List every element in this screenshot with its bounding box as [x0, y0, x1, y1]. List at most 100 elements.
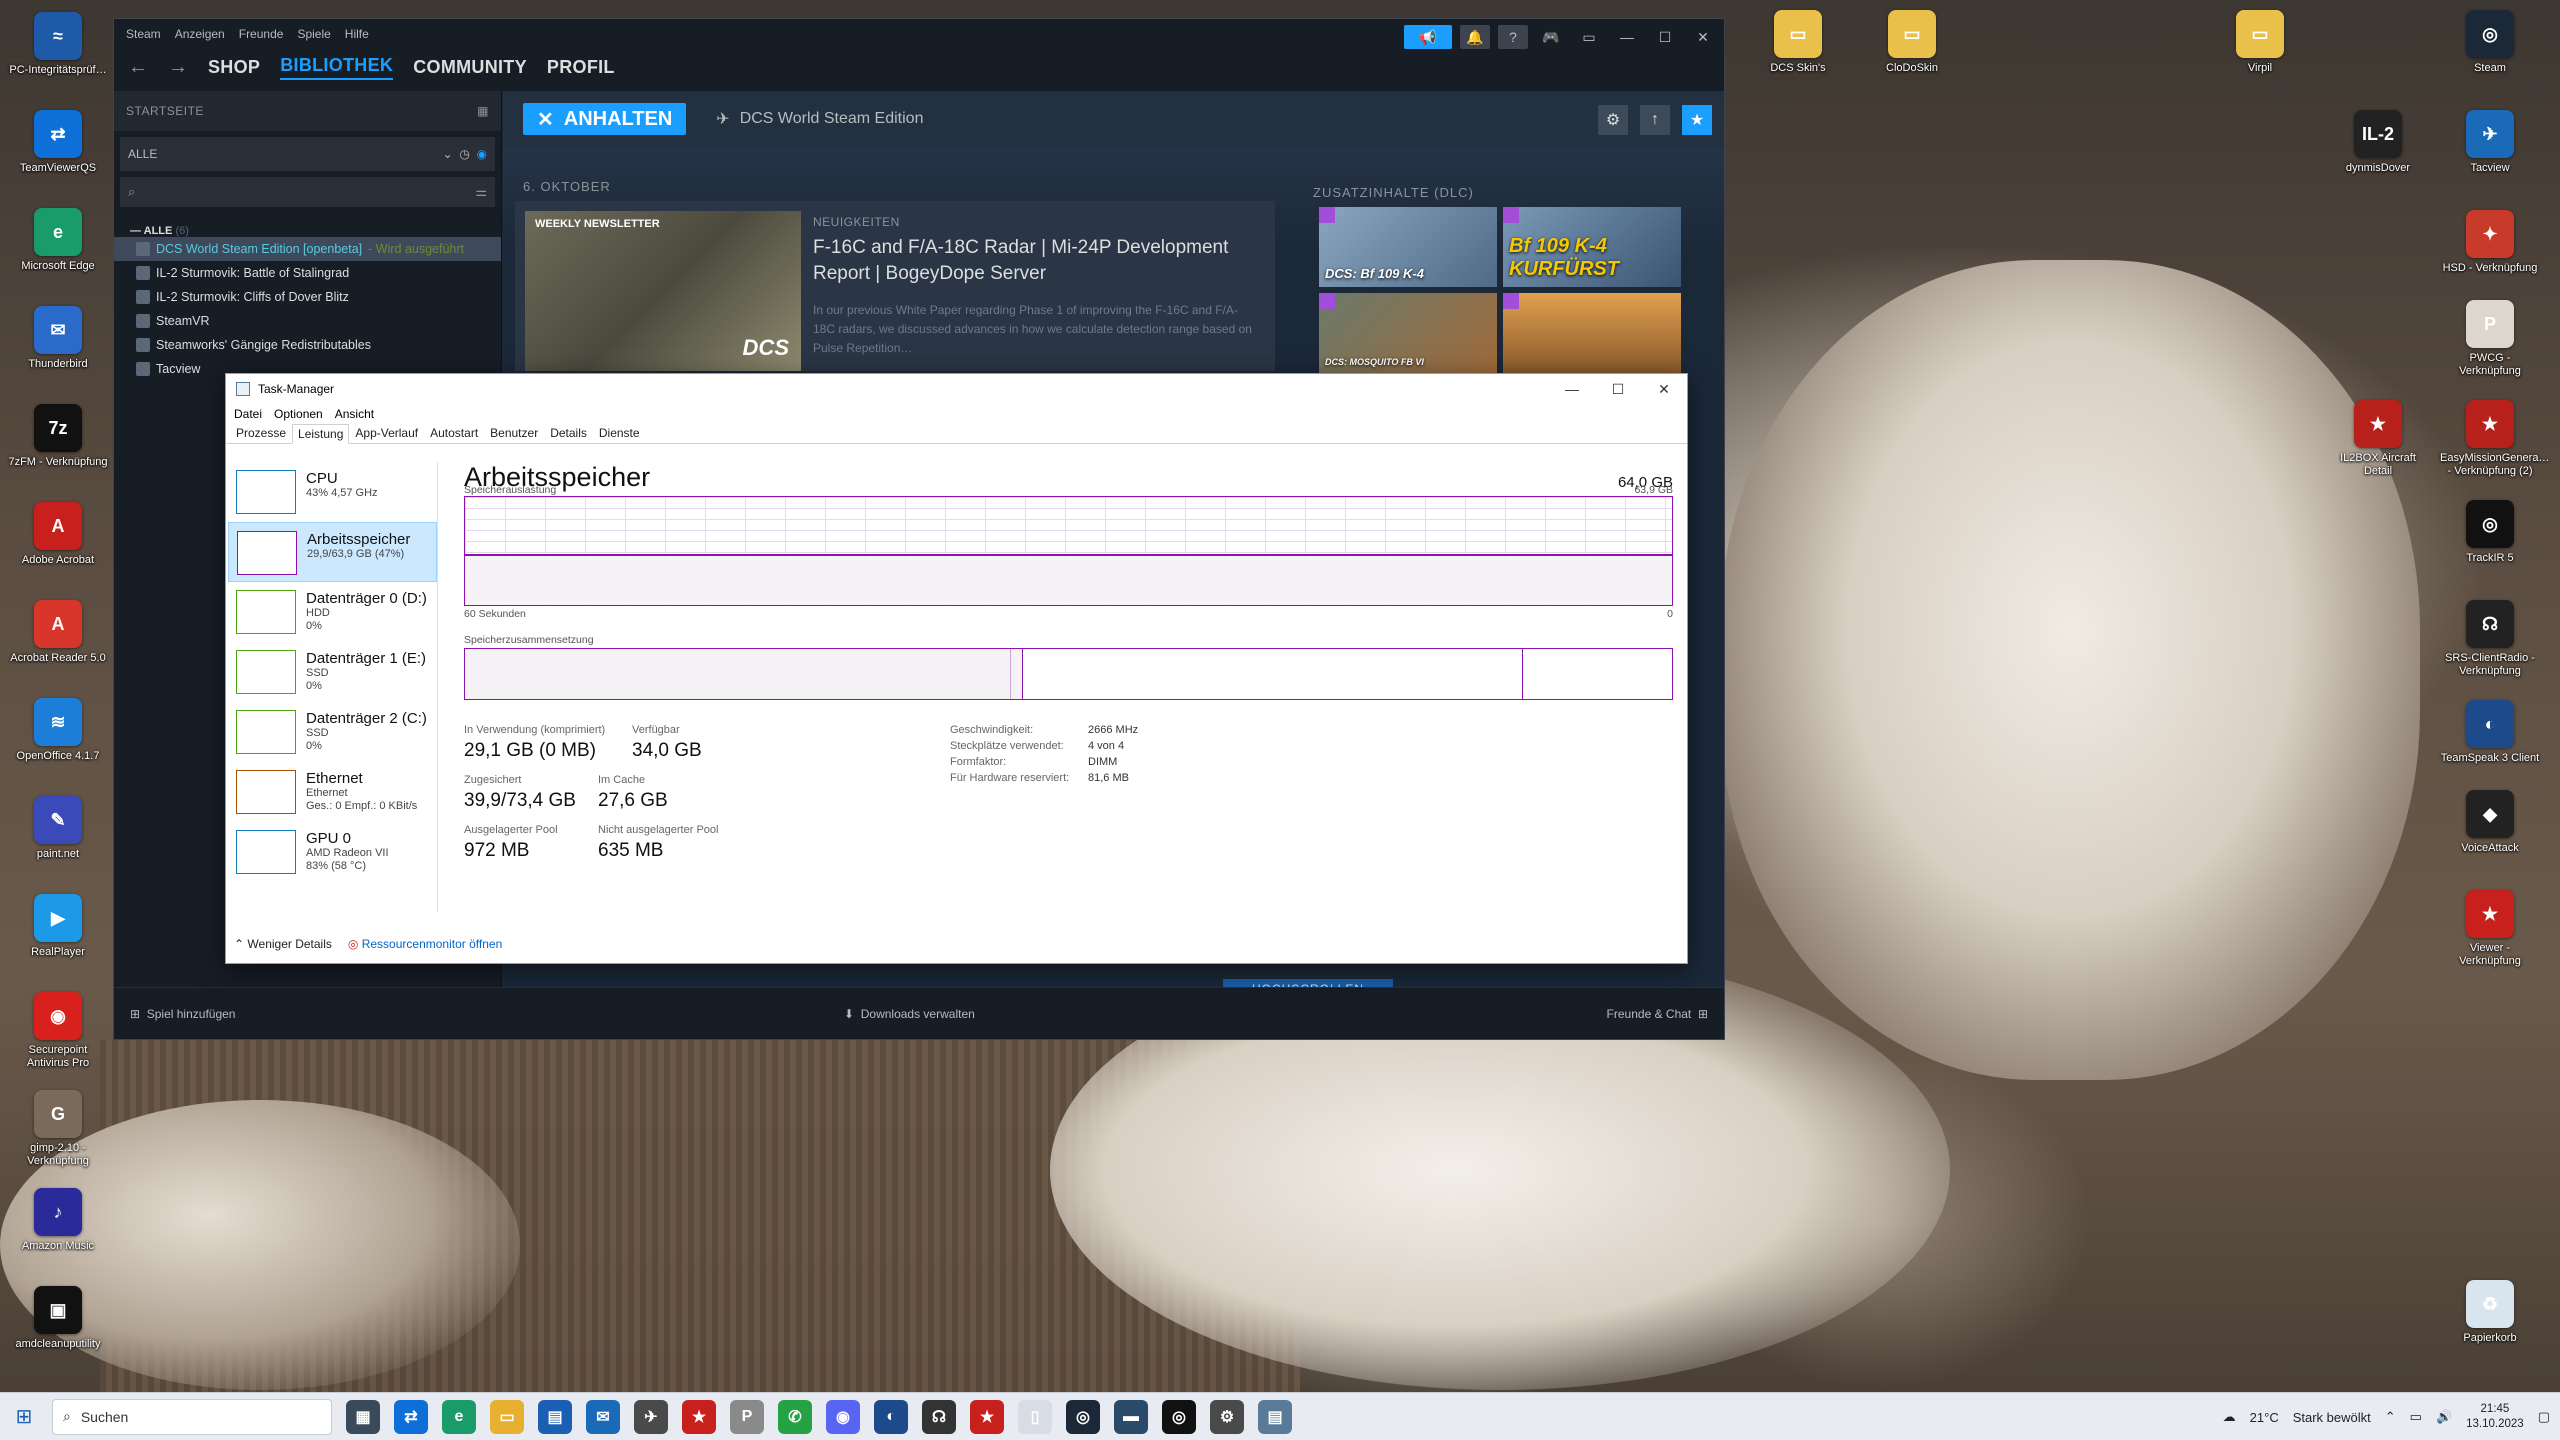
- friends-chat-button[interactable]: Freunde & Chat ⊞: [1607, 1007, 1708, 1021]
- minimize-icon[interactable]: —: [1612, 25, 1642, 49]
- tm-resource-cpu[interactable]: CPU 43% 4,57 GHz: [228, 462, 437, 522]
- dlc-card[interactable]: Bf 109 K-4 KURFÜRST: [1503, 207, 1681, 287]
- upload-arrow-icon[interactable]: ↑: [1640, 105, 1670, 135]
- desktop-icon-thunderbird[interactable]: ✉ Thunderbird: [8, 306, 108, 371]
- dlc-card[interactable]: DCS: MOSQUITO FB VI: [1319, 293, 1497, 373]
- tm-resource-datentr-ger-2-c[interactable]: Datenträger 2 (C:) SSD 0%: [228, 702, 437, 762]
- nav-bibliothek[interactable]: BIBLIOTHEK: [280, 55, 394, 80]
- favorite-star-icon[interactable]: ★: [1682, 105, 1712, 135]
- library-filter-dropdown[interactable]: ALLE ⌄ ◷ ◉: [120, 137, 495, 171]
- desktop-icon-easymissiongenera-verkn-pfung-2[interactable]: ★ EasyMissionGenera… - Verknüpfung (2): [2440, 400, 2549, 478]
- windows-start-icon[interactable]: ⊞: [0, 1393, 48, 1440]
- tab-leistung[interactable]: Leistung: [292, 424, 350, 444]
- taskbar-app-whatsapp-icon[interactable]: ✆: [778, 1399, 812, 1434]
- nav-shop[interactable]: SHOP: [208, 57, 260, 78]
- taskbar-search-box[interactable]: ⌕ Suchen: [52, 1398, 332, 1435]
- desktop-icon-voiceattack[interactable]: ◆ VoiceAttack: [2440, 790, 2540, 855]
- network-icon[interactable]: ▭: [2410, 1409, 2422, 1425]
- steam-menu-hilfe[interactable]: Hilfe: [345, 27, 369, 41]
- back-arrow-icon[interactable]: ←: [128, 56, 148, 79]
- desktop-icon-dcs-skin-s[interactable]: ▭ DCS Skin's: [1748, 10, 1848, 75]
- help-icon[interactable]: ?: [1498, 25, 1528, 49]
- library-game-item[interactable]: SteamVR: [114, 309, 501, 333]
- desktop-icon-steam[interactable]: ◎ Steam: [2440, 10, 2540, 75]
- desktop-icon-teamspeak-3-client[interactable]: ◐ TeamSpeak 3 Client: [2440, 700, 2540, 765]
- tm-resource-arbeitsspeicher[interactable]: Arbeitsspeicher 29,9/63,9 GB (47%): [228, 522, 437, 582]
- taskbar-app-star-icon[interactable]: ★: [682, 1399, 716, 1434]
- weather-text[interactable]: Stark bewölkt: [2293, 1410, 2371, 1425]
- settings-gear-icon[interactable]: ⚙: [1598, 105, 1628, 135]
- desktop-icon-dynmisdover[interactable]: IL-2 dynmisDover: [2328, 110, 2428, 175]
- library-home[interactable]: STARTSEITE ▦: [114, 91, 501, 131]
- taskbar-app-trackir-icon[interactable]: ◎: [1162, 1399, 1196, 1434]
- downloads-button[interactable]: ⬇ Downloads verwalten: [844, 1007, 975, 1021]
- taskbar-app-explorer-icon[interactable]: ▭: [490, 1399, 524, 1434]
- less-details-button[interactable]: ⌃ Weniger Details: [234, 937, 332, 951]
- library-game-item[interactable]: Steamworks' Gängige Redistributables: [114, 333, 501, 357]
- news-title[interactable]: F-16C and F/A-18C Radar | Mi-24P Develop…: [813, 235, 1253, 287]
- tab-dienste[interactable]: Dienste: [593, 423, 646, 443]
- desktop-icon-il2box-aircraft-detail[interactable]: ★ IL2BOX Aircraft Detail: [2328, 400, 2428, 478]
- taskbar-app-teamspeak-icon[interactable]: ◐: [874, 1399, 908, 1434]
- desktop-icon-adobe-acrobat[interactable]: A Adobe Acrobat: [8, 502, 108, 567]
- news-card[interactable]: WEEKLY NEWSLETTER DCS NEUIGKEITEN F-16C …: [515, 201, 1275, 371]
- tm-menu-optionen[interactable]: Optionen: [274, 407, 323, 421]
- system-clock[interactable]: 21:45 13.10.2023: [2466, 1402, 2524, 1432]
- desktop-icon-hsd-verkn-pfung[interactable]: ✦ HSD - Verknüpfung: [2440, 210, 2540, 275]
- tab-prozesse[interactable]: Prozesse: [230, 423, 292, 443]
- taskbar-app-notepad-icon[interactable]: ▯: [1018, 1399, 1052, 1434]
- taskbar-app-taskmanager-icon[interactable]: ▤: [1258, 1399, 1292, 1434]
- taskbar-app-settings-icon[interactable]: ⚙: [1210, 1399, 1244, 1434]
- desktop-icon-papierkorb[interactable]: ♻ Papierkorb: [2440, 1280, 2540, 1345]
- taskbar-app-pwcg-icon[interactable]: P: [730, 1399, 764, 1434]
- tm-resource-datentr-ger-0-d[interactable]: Datenträger 0 (D:) HDD 0%: [228, 582, 437, 642]
- grid-view-icon[interactable]: ▦: [477, 104, 489, 118]
- bigpicture-icon[interactable]: ▭: [1574, 25, 1604, 49]
- steam-menu-spiele[interactable]: Spiele: [297, 27, 330, 41]
- desktop-icon-tacview[interactable]: ✈ Tacview: [2440, 110, 2540, 175]
- add-game-button[interactable]: ⊞ Spiel hinzufügen: [130, 1007, 235, 1021]
- tab-app-verlauf[interactable]: App-Verlauf: [349, 423, 424, 443]
- tab-autostart[interactable]: Autostart: [424, 423, 484, 443]
- tm-menu-ansicht[interactable]: Ansicht: [335, 407, 374, 421]
- weather-temp[interactable]: 21°C: [2250, 1410, 2279, 1425]
- desktop-icon-virpil[interactable]: ▭ Virpil: [2210, 10, 2310, 75]
- filter-sliders-icon[interactable]: ⚌: [475, 184, 487, 200]
- taskbar-app-dcs-icon[interactable]: ▬: [1114, 1399, 1148, 1434]
- desktop-icon-realplayer[interactable]: ▶ RealPlayer: [8, 894, 108, 959]
- steam-menu-freunde[interactable]: Freunde: [239, 27, 284, 41]
- volume-icon[interactable]: 🔊: [2436, 1409, 2452, 1425]
- notifications-icon[interactable]: ▢: [2538, 1409, 2550, 1425]
- desktop-icon-amazon-music[interactable]: ♪ Amazon Music: [8, 1188, 108, 1253]
- library-game-item[interactable]: IL-2 Sturmovik: Cliffs of Dover Blitz: [114, 285, 501, 309]
- library-search[interactable]: ⌕ ⚌: [120, 177, 495, 207]
- taskbar-app-viewer-icon[interactable]: ★: [970, 1399, 1004, 1434]
- announcement-icon[interactable]: 📢: [1404, 25, 1452, 49]
- desktop-icon-pc-integrit-tspr-f[interactable]: ≈ PC-Integritätsprüf…: [8, 12, 108, 77]
- dlc-card[interactable]: DCS: Bf 109 K-4: [1319, 207, 1497, 287]
- steam-menu-steam[interactable]: Steam: [126, 27, 161, 41]
- desktop-icon-openoffice-4-1-7[interactable]: ≋ OpenOffice 4.1.7: [8, 698, 108, 763]
- forward-arrow-icon[interactable]: →: [168, 56, 188, 79]
- taskbar-app-store-icon[interactable]: ▤: [538, 1399, 572, 1434]
- notification-bell-icon[interactable]: 🔔: [1460, 25, 1490, 49]
- library-game-item[interactable]: DCS World Steam Edition [openbeta] - Wir…: [114, 237, 501, 261]
- tab-details[interactable]: Details: [544, 423, 593, 443]
- desktop-icon-pwcg-verkn-pfung[interactable]: P PWCG - Verknüpfung: [2440, 300, 2540, 378]
- close-icon[interactable]: ✕: [1688, 25, 1718, 49]
- desktop-icon-srs-clientradio-verkn-pfung[interactable]: ☊ SRS-ClientRadio - Verknüpfung: [2440, 600, 2540, 678]
- chevron-down-icon[interactable]: ⌄: [443, 147, 453, 161]
- tm-menu-datei[interactable]: Datei: [234, 407, 262, 421]
- taskbar-app-teamviewer-icon[interactable]: ⇄: [394, 1399, 428, 1434]
- desktop-icon-amdcleanuputility[interactable]: ▣ amdcleanuputility: [8, 1286, 108, 1351]
- library-game-item[interactable]: IL-2 Sturmovik: Battle of Stalingrad: [114, 261, 501, 285]
- desktop-icon-7zfm-verkn-pfung[interactable]: 7z 7zFM - Verknüpfung: [8, 404, 108, 469]
- tray-chevron-up-icon[interactable]: ⌃: [2385, 1409, 2396, 1425]
- controller-icon[interactable]: 🎮: [1536, 25, 1566, 49]
- taskbar-app-steam-icon[interactable]: ◎: [1066, 1399, 1100, 1434]
- taskbar-app-edge-icon[interactable]: e: [442, 1399, 476, 1434]
- desktop-icon-trackir-5[interactable]: ◎ TrackIR 5: [2440, 500, 2540, 565]
- desktop-icon-gimp-2-10-verkn-pfung[interactable]: Ggimp-2.10 - Verknüpfung: [8, 1090, 108, 1168]
- desktop-icon-acrobat-reader-5-0[interactable]: A Acrobat Reader 5.0: [8, 600, 108, 665]
- close-icon[interactable]: ✕: [1641, 374, 1687, 404]
